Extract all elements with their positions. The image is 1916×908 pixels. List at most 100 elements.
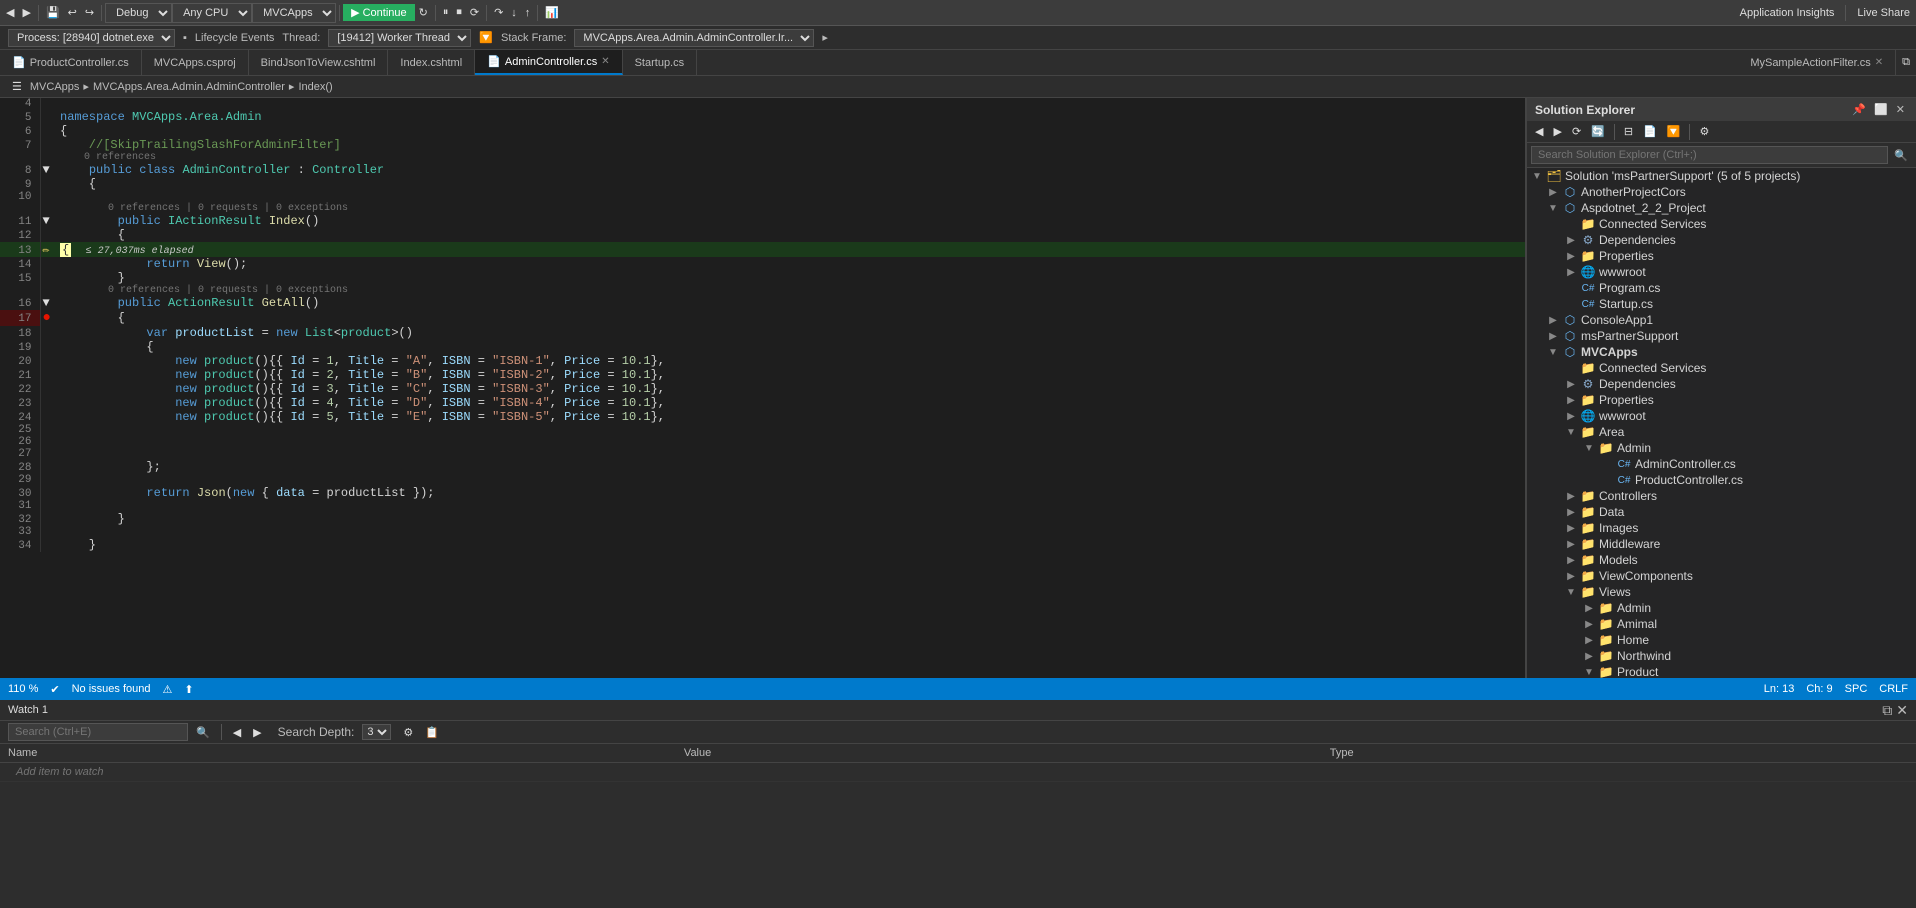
tree-startup-asp[interactable]: C# Startup.cs (1527, 296, 1916, 312)
tree-deps-asp[interactable]: ▶ ⚙ Dependencies (1527, 232, 1916, 248)
se-maximize-btn[interactable]: ⬜ (1871, 102, 1891, 117)
continue-btn[interactable]: ▶ Continue (343, 4, 415, 21)
tree-controllers-folder[interactable]: ▶ 📁 Controllers (1527, 488, 1916, 504)
tree-props-mvc[interactable]: ▶ 📁 Properties (1527, 392, 1916, 408)
tree-data-folder[interactable]: ▶ 📁 Data (1527, 504, 1916, 520)
watch-close-btn[interactable]: ✕ (1896, 703, 1908, 717)
se-close-btn[interactable]: ✕ (1893, 102, 1908, 117)
se-filter-btn[interactable]: 🔽 (1663, 123, 1685, 140)
tree-admincontroller-file[interactable]: C# AdminController.cs (1527, 456, 1916, 472)
cpu-config-select[interactable]: Any CPU (172, 3, 252, 23)
code-line: 34 } (0, 538, 1525, 552)
thread-select[interactable]: [19412] Worker Thread (328, 29, 471, 47)
code-line: 25 (0, 424, 1525, 436)
se-pin-btn[interactable]: 📌 (1849, 102, 1869, 117)
close-filter-btn[interactable]: ✕ (1875, 57, 1883, 68)
tree-connected-services-mvc[interactable]: 📁 Connected Services (1527, 360, 1916, 376)
tree-program-asp[interactable]: C# Program.cs (1527, 280, 1916, 296)
tab-mysampleactionfilter[interactable]: MySampleActionFilter.cs ✕ (1738, 50, 1896, 75)
se-show-files-btn[interactable]: 📄 (1639, 123, 1661, 140)
tab-indexcshtml[interactable]: Index.cshtml (388, 50, 475, 75)
watch-options-btn[interactable]: ⚙ (399, 724, 417, 741)
live-share-label: Live Share (1853, 5, 1914, 21)
stack-nav-btn[interactable]: ▸ (822, 31, 828, 44)
se-settings-btn[interactable]: ⚙ (1695, 123, 1713, 140)
se-refresh-btn[interactable]: 🔄 (1587, 123, 1609, 140)
tree-views-product[interactable]: ▼ 📁 Product (1527, 664, 1916, 678)
tree-productcontroller-file[interactable]: C# ProductController.cs (1527, 472, 1916, 488)
tree-views-admin[interactable]: ▶ 📁 Admin (1527, 600, 1916, 616)
forward-btn[interactable]: ▶ (18, 4, 34, 21)
solution-explorer-header: Solution Explorer 📌 ⬜ ✕ (1527, 98, 1916, 121)
tree-admin-folder[interactable]: ▼ 📁 Admin (1527, 440, 1916, 456)
step-out-btn[interactable]: ↑ (521, 5, 535, 21)
tree-viewcomponents-folder[interactable]: ▶ 📁 ViewComponents (1527, 568, 1916, 584)
code-content[interactable]: 4 5 namespace MVCApps.Area.Admin 6 (0, 98, 1525, 678)
tree-views-amimal[interactable]: ▶ 📁 Amimal (1527, 616, 1916, 632)
tree-models-folder[interactable]: ▶ 📁 Models (1527, 552, 1916, 568)
back-btn[interactable]: ◀ (2, 4, 18, 21)
watch-float-btn[interactable]: ⧉ (1882, 703, 1892, 717)
breadcrumb-project: MVCApps (30, 81, 80, 93)
watch-search-input[interactable] (8, 723, 188, 741)
step-into-btn[interactable]: ↓ (507, 5, 521, 21)
tab-bindjsontoview[interactable]: BindJsonToView.cshtml (249, 50, 389, 75)
breakall-btn[interactable]: ⏸ (439, 4, 453, 21)
refresh-btn[interactable]: ↻ (415, 4, 432, 21)
diagnostics-btn[interactable]: 📊 (541, 4, 563, 21)
se-search-input[interactable] (1531, 146, 1888, 164)
se-back-btn[interactable]: ◀ (1531, 123, 1547, 140)
stack-frame-select[interactable]: MVCApps.Area.Admin.AdminController.Ir... (574, 29, 814, 47)
watch-prev-btn[interactable]: ◀ (229, 724, 245, 741)
tree-mspartnersupport[interactable]: ▶ ⬡ msPartnerSupport (1527, 328, 1916, 344)
watch-depth-select[interactable]: 3 (362, 724, 391, 740)
tab-startup[interactable]: Startup.cs (623, 50, 698, 75)
se-toolbar: ◀ ▶ ⟳ 🔄 ⊟ 📄 🔽 ⚙ (1527, 121, 1916, 143)
tree-anotherprojectcors[interactable]: ▶ ⬡ AnotherProjectCors (1527, 184, 1916, 200)
redo-btn[interactable]: ↪ (81, 4, 98, 21)
code-line: 20 new product(){{ Id = 1, Title = "A", … (0, 354, 1525, 368)
se-sync-btn[interactable]: ⟳ (1568, 123, 1585, 140)
tree-deps-mvc[interactable]: ▶ ⚙ Dependencies (1527, 376, 1916, 392)
tree-connected-services-asp[interactable]: 📁 Connected Services (1527, 216, 1916, 232)
project-select[interactable]: MVCApps (252, 3, 336, 23)
watch-add-row[interactable]: Add item to watch (0, 763, 1916, 782)
watch-columns-btn[interactable]: 📋 (421, 724, 443, 741)
process-select[interactable]: Process: [28940] dotnet.exe (8, 29, 175, 47)
tree-area-folder[interactable]: ▼ 📁 Area (1527, 424, 1916, 440)
tab-productcontroller[interactable]: 📄 ProductController.cs (0, 50, 142, 75)
save-btn[interactable]: 💾 (42, 4, 64, 21)
split-editor-btn[interactable]: ⧉ (1896, 50, 1916, 75)
collapse-folders-btn[interactable]: ☰ (8, 78, 26, 95)
tree-props-asp[interactable]: ▶ 📁 Properties (1527, 248, 1916, 264)
tree-aspdotnet[interactable]: ▼ ⬡ Aspdotnet_2_2_Project (1527, 200, 1916, 216)
tree-images-folder[interactable]: ▶ 📁 Images (1527, 520, 1916, 536)
stop-btn[interactable]: ⏹ (452, 4, 466, 21)
code-line: 12 { (0, 228, 1525, 242)
tree-wwwroot-mvc[interactable]: ▶ 🌐 wwwroot (1527, 408, 1916, 424)
tree-wwwroot-asp[interactable]: ▶ 🌐 wwwroot (1527, 264, 1916, 280)
tree-views-folder[interactable]: ▼ 📁 Views (1527, 584, 1916, 600)
se-forward-btn[interactable]: ▶ (1549, 123, 1565, 140)
tree-middleware-folder[interactable]: ▶ 📁 Middleware (1527, 536, 1916, 552)
restart-btn[interactable]: ⟳ (466, 4, 483, 21)
step-over-btn[interactable]: ↷ (490, 4, 507, 21)
tab-admincontroller[interactable]: 📄 AdminController.cs ✕ (475, 50, 622, 75)
tree-solution[interactable]: ▼ 🗂 Solution 'msPartnerSupport' (5 of 5 … (1527, 168, 1916, 184)
tree-views-northwind[interactable]: ▶ 📁 Northwind (1527, 648, 1916, 664)
tree-consoleapp1[interactable]: ▶ ⬡ ConsoleApp1 (1527, 312, 1916, 328)
undo-btn[interactable]: ↩ (64, 4, 81, 21)
tree-mvcapps[interactable]: ▼ ⬡ MVCApps (1527, 344, 1916, 360)
watch-search-btn[interactable]: 🔍 (192, 724, 214, 741)
close-admincontroller-btn[interactable]: ✕ (601, 56, 609, 67)
code-line: 21 new product(){{ Id = 2, Title = "B", … (0, 368, 1525, 382)
watch-next-btn[interactable]: ▶ (249, 724, 265, 741)
stack-icon: 🔽 (479, 31, 493, 44)
status-zoom[interactable]: 110 % (8, 683, 38, 695)
debug-config-select[interactable]: Debug (105, 3, 172, 23)
tab-mvccsproj[interactable]: MVCApps.csproj (142, 50, 249, 75)
watch-header-buttons: ⧉ ✕ (1882, 703, 1908, 717)
se-collapse-btn[interactable]: ⊟ (1620, 123, 1637, 140)
se-search-btn[interactable]: 🔍 (1890, 147, 1912, 164)
tree-views-home[interactable]: ▶ 📁 Home (1527, 632, 1916, 648)
